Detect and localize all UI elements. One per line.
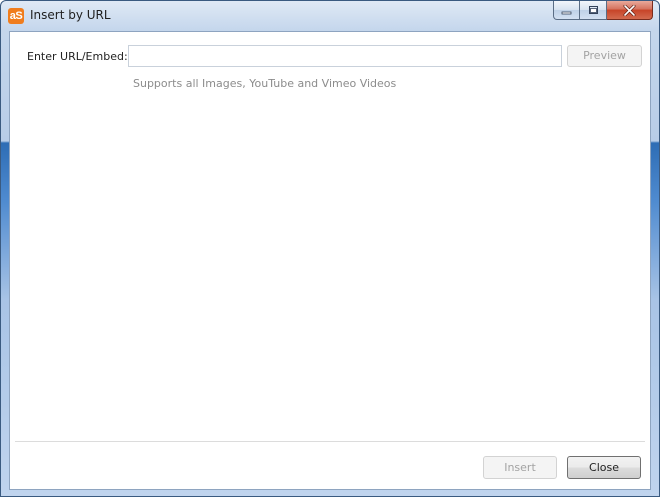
url-input[interactable] bbox=[128, 45, 562, 67]
supported-media-hint: Supports all Images, YouTube and Vimeo V… bbox=[133, 77, 397, 90]
app-logo-icon: aS bbox=[8, 8, 24, 24]
preview-button[interactable]: Preview bbox=[567, 45, 642, 67]
close-icon bbox=[623, 4, 636, 16]
maximize-button[interactable] bbox=[580, 1, 607, 20]
footer-divider bbox=[15, 441, 645, 442]
caption-buttons bbox=[553, 1, 653, 20]
url-label: Enter URL/Embed: bbox=[27, 50, 128, 63]
maximize-icon bbox=[588, 5, 598, 14]
window-title: Insert by URL bbox=[30, 8, 111, 22]
minimize-button[interactable] bbox=[553, 1, 580, 20]
dialog-content: Enter URL/Embed: Preview Supports all Im… bbox=[9, 31, 651, 490]
insert-button[interactable]: Insert bbox=[483, 456, 557, 479]
dialog-window: aS Insert by URL Enter URL/Embed: Previe… bbox=[0, 0, 660, 497]
title-bar[interactable]: aS Insert by URL bbox=[1, 1, 659, 31]
close-window-button[interactable] bbox=[607, 1, 653, 20]
minimize-icon bbox=[561, 11, 572, 14]
close-button[interactable]: Close bbox=[567, 456, 641, 479]
